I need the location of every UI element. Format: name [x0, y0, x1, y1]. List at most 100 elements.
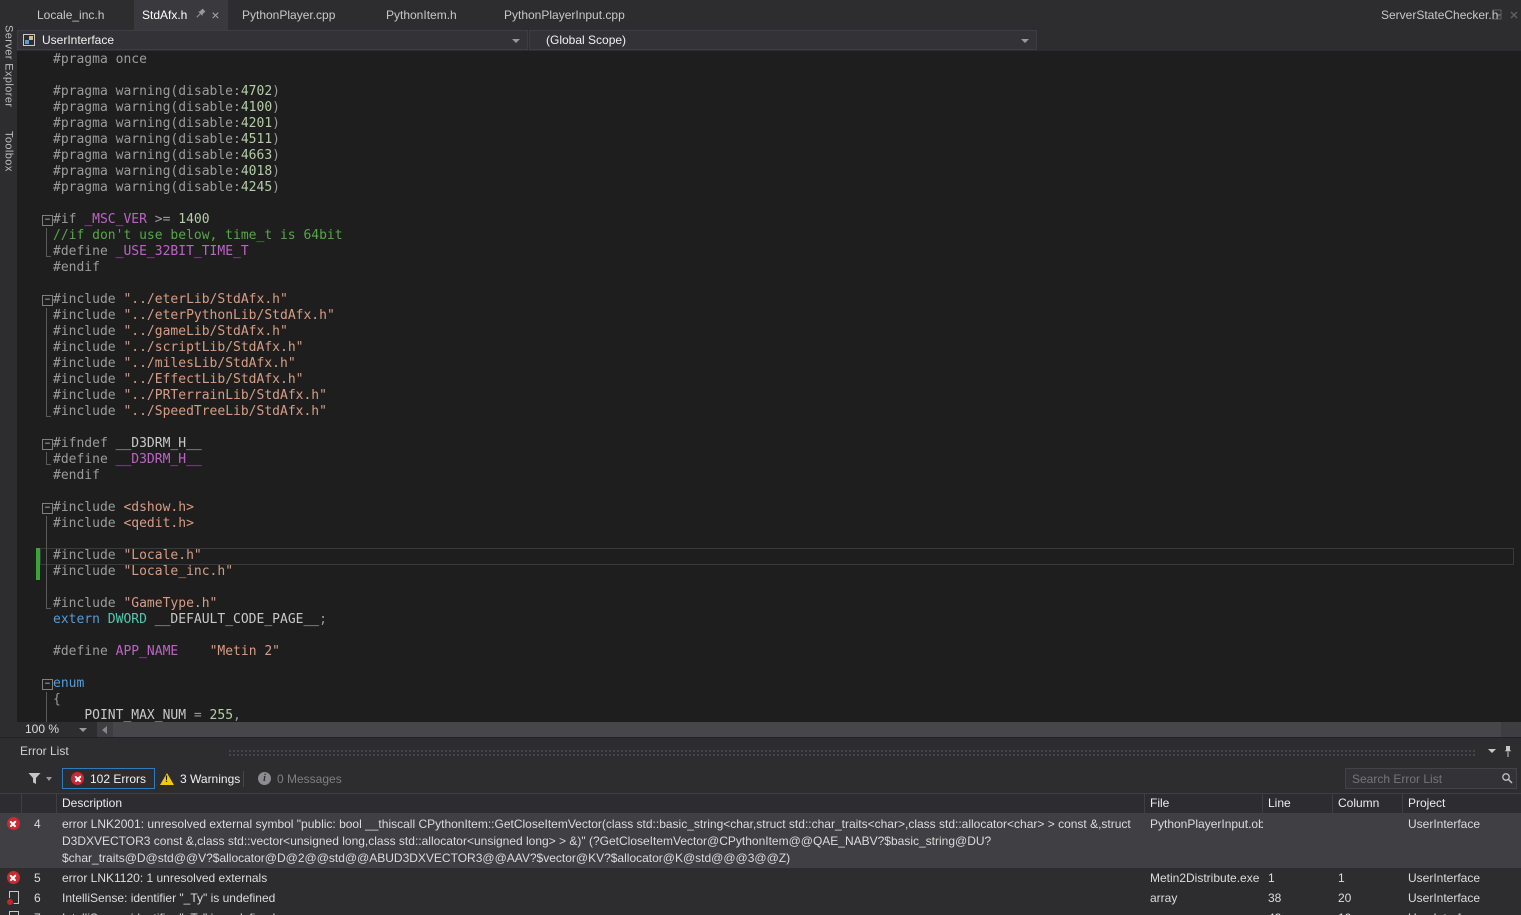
- code-line[interactable]: #pragma warning(disable:4201): [53, 116, 280, 132]
- error-column: [1333, 814, 1403, 868]
- column-header-column[interactable]: Column: [1333, 794, 1403, 813]
- code-line[interactable]: #pragma once: [53, 52, 147, 68]
- tab-stdafx-h[interactable]: StdAfx.h×: [134, 0, 228, 30]
- code-token: #include: [53, 500, 123, 515]
- code-line[interactable]: enum: [53, 676, 84, 692]
- panel-menu-chevron-icon[interactable]: [1488, 749, 1496, 753]
- error-row[interactable]: 6IntelliSense: identifier "_Ty" is undef…: [0, 888, 1521, 908]
- code-line[interactable]: #include "Locale.h": [53, 548, 202, 564]
- code-line[interactable]: #pragma warning(disable:4018): [53, 164, 280, 180]
- code-line[interactable]: #pragma warning(disable:4663): [53, 148, 280, 164]
- column-header-file[interactable]: File: [1145, 794, 1263, 813]
- sidebar-tab-server-explorer[interactable]: Server Explorer: [3, 25, 15, 107]
- warnings-count-label: 3 Warnings: [180, 772, 240, 786]
- code-token: ): [272, 180, 280, 195]
- warnings-filter-button[interactable]: 3 Warnings: [152, 768, 248, 789]
- code-token: =: [186, 708, 209, 722]
- code-line[interactable]: #endif: [53, 260, 100, 276]
- code-token: [100, 612, 108, 627]
- code-line[interactable]: #include "../gameLib/StdAfx.h": [53, 324, 288, 340]
- search-icon: [1501, 772, 1513, 787]
- code-line[interactable]: POINT_MAX_NUM = 255,: [53, 708, 241, 722]
- collapse-region-icon[interactable]: −: [42, 295, 53, 306]
- close-tab-icon[interactable]: ×: [211, 0, 219, 30]
- horizontal-scrollbar[interactable]: [97, 722, 1521, 737]
- messages-filter-button[interactable]: i 0 Messages: [250, 768, 350, 789]
- code-line[interactable]: {: [53, 692, 61, 708]
- tab-serverstatechecker-h[interactable]: ServerStateChecker.h: [1373, 0, 1506, 30]
- column-header-description[interactable]: Description: [57, 794, 1145, 813]
- code-line[interactable]: #include "GameType.h": [53, 596, 217, 612]
- error-row[interactable]: 7IntelliSense: identifier "_Ty" is undef…: [0, 908, 1521, 915]
- code-line[interactable]: #define _USE_32BIT_TIME_T: [53, 244, 249, 260]
- collapse-region-icon[interactable]: −: [42, 503, 53, 514]
- code-line[interactable]: #include "../milesLib/StdAfx.h": [53, 356, 296, 372]
- collapse-region-icon[interactable]: −: [42, 439, 53, 450]
- code-token: #define: [53, 452, 116, 467]
- code-token: #include: [53, 340, 123, 355]
- scope-dropdown[interactable]: (Global Scope): [529, 30, 1037, 50]
- code-editor[interactable]: #pragma once #pragma warning(disable:4702…: [17, 51, 1521, 722]
- code-line[interactable]: extern DWORD __DEFAULT_CODE_PAGE__;: [53, 612, 327, 628]
- scrollbar-thumb[interactable]: [113, 722, 1501, 737]
- code-line[interactable]: #include "../PRTerrainLib/StdAfx.h": [53, 388, 327, 404]
- zoom-dropdown[interactable]: 100 %: [17, 722, 95, 737]
- code-line[interactable]: #include "Locale_inc.h": [53, 564, 233, 580]
- collapse-region-icon[interactable]: −: [42, 679, 53, 690]
- search-input[interactable]: [1345, 768, 1517, 789]
- outlining-guide-line: [46, 564, 47, 580]
- error-number: 4: [22, 814, 57, 868]
- intellisense-icon: [9, 911, 19, 915]
- error-column: 1: [1333, 868, 1403, 888]
- panel-drag-grip[interactable]: [228, 749, 1477, 756]
- errors-filter-button[interactable]: 102 Errors: [62, 768, 155, 789]
- code-line[interactable]: #include "../EffectLib/StdAfx.h": [53, 372, 303, 388]
- code-line[interactable]: //if don't use below, time_t is 64bit: [53, 228, 343, 244]
- code-token: POINT_MAX_NUM: [84, 708, 186, 722]
- code-line[interactable]: #pragma warning(disable:4245): [53, 180, 280, 196]
- tab-locale-inc-h[interactable]: Locale_inc.h: [29, 0, 112, 30]
- code-line[interactable]: #pragma warning(disable:4702): [53, 84, 280, 100]
- code-line[interactable]: #include "../eterLib/StdAfx.h": [53, 292, 288, 308]
- code-line[interactable]: #include <dshow.h>: [53, 500, 194, 516]
- code-line[interactable]: #include "../eterPythonLib/StdAfx.h": [53, 308, 335, 324]
- error-list-toolbar: 102 Errors 3 Warnings i 0 Messages: [0, 765, 1521, 793]
- code-line[interactable]: #pragma warning(disable:4100): [53, 100, 280, 116]
- code-token: {: [53, 692, 61, 707]
- filter-dropdown-chevron-icon[interactable]: [46, 777, 52, 781]
- code-line[interactable]: #define __D3DRM_H__: [53, 452, 202, 468]
- code-token: _MSC_VER: [84, 212, 147, 227]
- error-icon: [7, 817, 20, 830]
- column-header-line[interactable]: Line: [1263, 794, 1333, 813]
- outlining-guide-line: [46, 324, 47, 340]
- code-line[interactable]: #ifndef __D3DRM_H__: [53, 436, 202, 452]
- filter-icon[interactable]: [28, 772, 41, 785]
- collapse-region-icon[interactable]: −: [42, 215, 53, 226]
- error-icon: [7, 871, 20, 884]
- close-document-icon[interactable]: [1507, 8, 1521, 22]
- panel-pin-icon[interactable]: [1503, 745, 1513, 758]
- column-header-project[interactable]: Project: [1403, 794, 1521, 813]
- tab-pythonplayerinput-cpp[interactable]: PythonPlayerInput.cpp: [496, 0, 633, 30]
- code-token: #pragma warning(disable:: [53, 116, 241, 131]
- code-line[interactable]: #define APP_NAME "Metin 2": [53, 644, 280, 660]
- code-line[interactable]: #include <qedit.h>: [53, 516, 194, 532]
- code-line[interactable]: #endif: [53, 468, 100, 484]
- error-project: UserInterface: [1403, 868, 1521, 888]
- tab-pythonplayer-cpp[interactable]: PythonPlayer.cpp: [234, 0, 343, 30]
- error-row[interactable]: 5error LNK1120: 1 unresolved externalsMe…: [0, 868, 1521, 888]
- code-line[interactable]: #include "../scriptLib/StdAfx.h": [53, 340, 303, 356]
- warning-icon: [160, 773, 174, 785]
- pin-tab-icon[interactable]: [185, 1, 213, 29]
- type-dropdown[interactable]: UserInterface: [17, 30, 528, 50]
- code-line[interactable]: #pragma warning(disable:4511): [53, 132, 280, 148]
- outlining-guide-line: [46, 388, 47, 404]
- sidebar-tab-toolbox[interactable]: Toolbox: [3, 131, 15, 172]
- error-row[interactable]: 4error LNK2001: unresolved external symb…: [0, 814, 1521, 868]
- code-line[interactable]: #include "../SpeedTreeLib/StdAfx.h": [53, 404, 327, 420]
- change-tracking-bar: [36, 548, 40, 564]
- code-token: 4100: [241, 100, 272, 115]
- scroll-left-arrow-icon[interactable]: [102, 726, 107, 734]
- tab-pythonitem-h[interactable]: PythonItem.h: [378, 0, 465, 30]
- code-line[interactable]: #if _MSC_VER >= 1400: [53, 212, 210, 228]
